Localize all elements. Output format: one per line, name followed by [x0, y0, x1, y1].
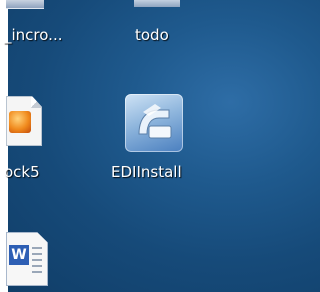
- installer-glyph-icon: [138, 104, 172, 139]
- word-document-icon[interactable]: W: [6, 232, 48, 286]
- text-lines-icon: [32, 247, 42, 277]
- desktop-icon-label[interactable]: EDIInstall: [111, 163, 182, 181]
- partial-icon-top-left[interactable]: [6, 0, 44, 9]
- desktop-icon-label[interactable]: _incro...: [4, 26, 62, 44]
- word-letter-icon: W: [9, 245, 29, 265]
- document-icon[interactable]: [6, 96, 42, 146]
- app-badge-icon: [9, 111, 31, 133]
- installer-icon[interactable]: [125, 94, 183, 152]
- page-fold-icon: [31, 97, 41, 108]
- desktop-icon-label[interactable]: todo: [135, 26, 169, 44]
- todo-folder-icon[interactable]: [134, 0, 180, 7]
- desktop-icon-label[interactable]: ock5: [4, 163, 40, 181]
